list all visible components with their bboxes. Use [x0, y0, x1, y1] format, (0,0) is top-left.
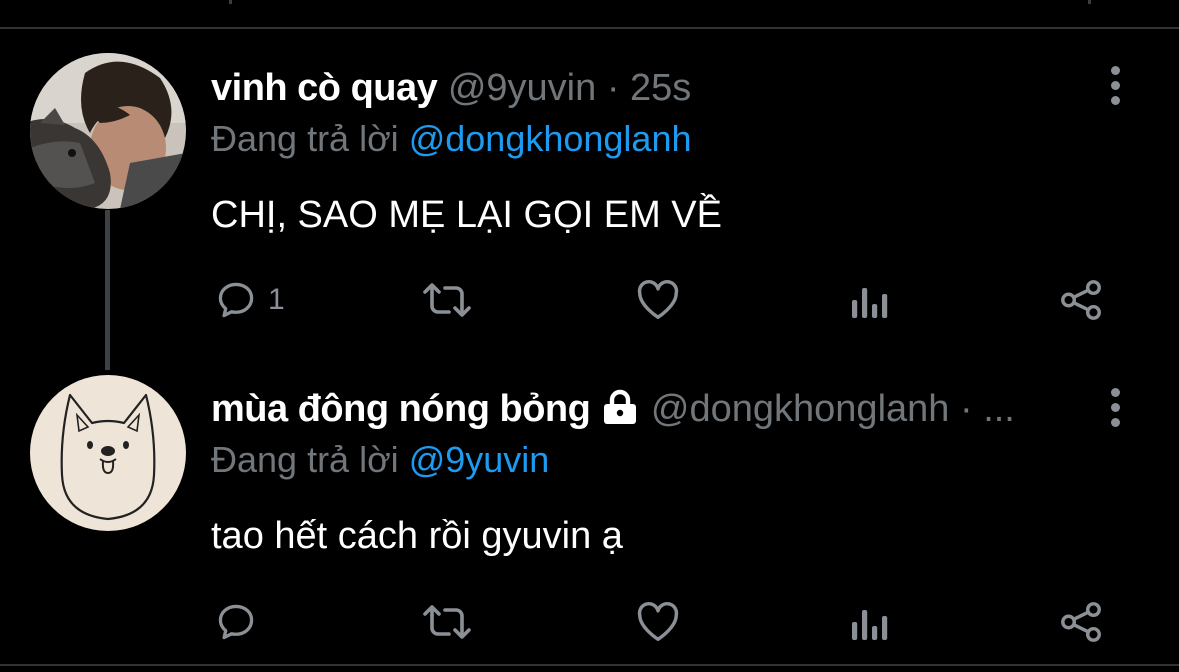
top-fragment	[1088, 0, 1091, 4]
comment-bubble-icon	[218, 604, 254, 640]
bottom-divider	[0, 664, 1179, 666]
reply-to-handle[interactable]: @dongkhonglanh	[409, 118, 692, 159]
analytics-bars-icon	[852, 610, 888, 640]
like-button[interactable]	[635, 597, 681, 647]
tweet-header: vinh cò quay @9yuvin · 25s	[211, 66, 691, 110]
share-button[interactable]	[1058, 597, 1104, 647]
reply-button[interactable]: 1	[214, 275, 285, 325]
thread-connector	[105, 210, 110, 370]
avatar[interactable]	[30, 375, 186, 531]
lock-icon	[604, 389, 637, 424]
top-divider	[0, 27, 1179, 29]
tweet-header: mùa đông nóng bỏng @dongkhonglanh · ...	[211, 387, 1015, 431]
more-vertical-icon[interactable]	[1104, 388, 1126, 428]
views-button[interactable]	[850, 275, 890, 325]
retweet-button[interactable]	[421, 275, 473, 325]
retweet-icon	[423, 283, 471, 317]
like-button[interactable]	[635, 275, 681, 325]
share-button[interactable]	[1058, 275, 1104, 325]
analytics-bars-icon	[852, 288, 888, 318]
more-vertical-icon[interactable]	[1104, 66, 1126, 106]
timestamp[interactable]: · ...	[960, 388, 1015, 430]
display-name[interactable]: mùa đông nóng bỏng	[211, 388, 591, 430]
user-handle[interactable]: @9yuvin	[448, 67, 596, 109]
reply-to-handle[interactable]: @9yuvin	[409, 439, 550, 480]
heart-icon	[637, 602, 679, 641]
retweet-button[interactable]	[421, 597, 473, 647]
retweet-icon	[423, 605, 471, 639]
avatar[interactable]	[30, 53, 186, 209]
tweet-text: CHỊ, SAO MẸ LẠI GỌI EM VỀ	[211, 194, 722, 236]
reply-prefix: Đang trả lời	[211, 118, 399, 159]
reply-count: 1	[268, 283, 285, 316]
share-icon	[1061, 280, 1101, 320]
heart-icon	[637, 280, 679, 319]
display-name[interactable]: vinh cò quay	[211, 67, 438, 109]
top-fragment	[229, 0, 232, 4]
user-handle[interactable]: @dongkhonglanh	[651, 388, 950, 430]
share-icon	[1061, 602, 1101, 642]
tweet-text: tao hết cách rồi gyuvin ạ	[211, 515, 623, 557]
reply-context: Đang trả lời @dongkhonglanh	[211, 117, 691, 161]
comment-bubble-icon	[218, 282, 254, 318]
timestamp[interactable]: · 25s	[607, 67, 691, 109]
reply-context: Đang trả lời @9yuvin	[211, 438, 549, 482]
reply-prefix: Đang trả lời	[211, 439, 399, 480]
reply-button[interactable]	[214, 597, 258, 647]
views-button[interactable]	[850, 597, 890, 647]
